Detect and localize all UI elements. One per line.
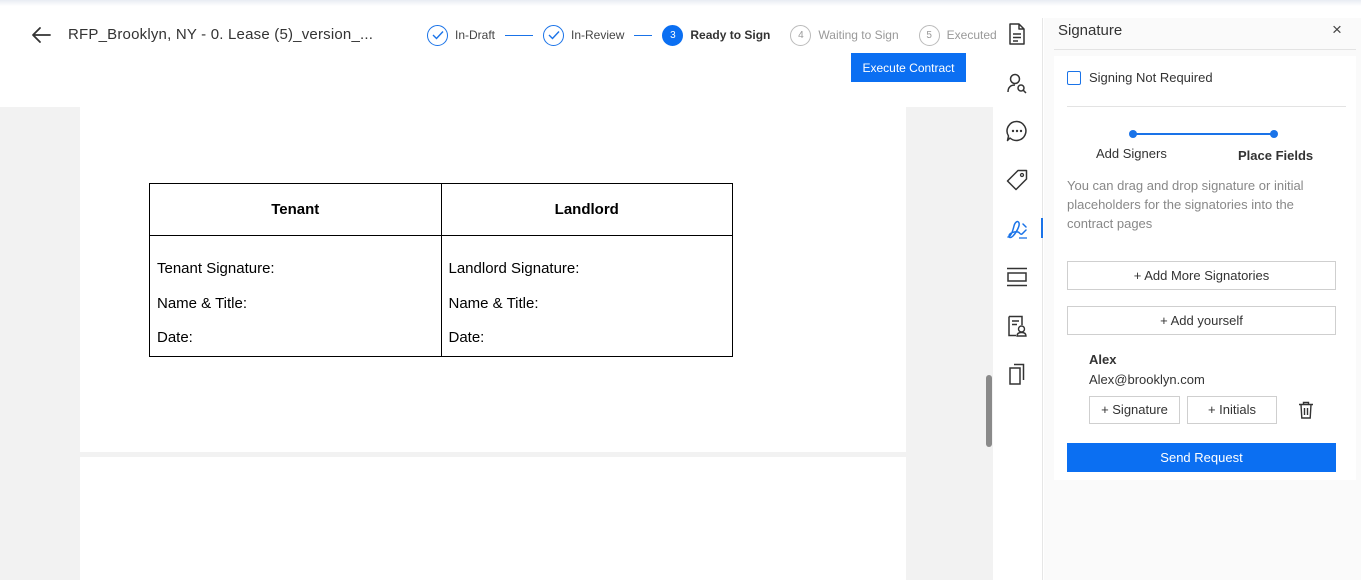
signing-not-required-label: Signing Not Required bbox=[1089, 70, 1213, 85]
step-executed: 5 Executed bbox=[918, 24, 997, 46]
step-connector bbox=[903, 35, 915, 36]
progress-step-place-fields[interactable]: Place Fields bbox=[1238, 148, 1313, 163]
add-initials-field-button[interactable]: + Initials bbox=[1187, 396, 1277, 424]
add-signature-field-button[interactable]: + Signature bbox=[1089, 396, 1180, 424]
execute-contract-button[interactable]: Execute Contract bbox=[851, 53, 966, 82]
back-arrow-icon[interactable] bbox=[30, 24, 52, 46]
landlord-name-line: Name & Title: bbox=[448, 294, 539, 312]
check-icon bbox=[427, 24, 448, 46]
step-label: Executed bbox=[946, 28, 997, 42]
step-connector bbox=[505, 34, 534, 36]
tag-icon[interactable] bbox=[1005, 168, 1029, 192]
tool-rail bbox=[993, 18, 1043, 580]
step-label: Waiting to Sign bbox=[818, 28, 899, 42]
check-icon bbox=[543, 24, 565, 46]
comment-icon[interactable] bbox=[1005, 119, 1029, 143]
signer-name: Alex bbox=[1089, 352, 1117, 367]
step-label: In-Draft bbox=[455, 28, 496, 42]
document-scrollbar[interactable] bbox=[986, 375, 992, 447]
tenant-header: Tenant bbox=[149, 183, 442, 236]
step-number: 5 bbox=[918, 24, 940, 46]
tenant-signature-line: Tenant Signature: bbox=[157, 260, 275, 277]
landlord-cell: Landlord Signature: Name & Title: Date: bbox=[440, 235, 733, 357]
divider bbox=[1054, 49, 1356, 50]
progress-dot-place-fields bbox=[1270, 130, 1278, 138]
landlord-header: Landlord bbox=[440, 183, 733, 236]
signature-table: Tenant Landlord Tenant Signature: Name &… bbox=[149, 183, 733, 357]
tenant-cell: Tenant Signature: Name & Title: Date: bbox=[149, 235, 442, 357]
landlord-date-line: Date: bbox=[448, 329, 485, 346]
step-number: 4 bbox=[790, 24, 812, 46]
send-request-button[interactable]: Send Request bbox=[1067, 443, 1336, 472]
document-page bbox=[80, 457, 906, 580]
step-number: 3 bbox=[662, 24, 684, 46]
panel-title: Signature bbox=[1058, 22, 1123, 39]
close-icon[interactable]: × bbox=[1332, 20, 1342, 40]
document-title: RFP_Brooklyn, NY - 0. Lease (5)_version_… bbox=[68, 26, 374, 43]
copy-icon[interactable] bbox=[1005, 362, 1029, 386]
signature-icon[interactable] bbox=[1005, 217, 1029, 241]
document-icon[interactable] bbox=[1005, 22, 1029, 46]
step-label: In-Review bbox=[571, 28, 625, 42]
step-ready-to-sign: 3 Ready to Sign bbox=[662, 24, 771, 46]
step-connector bbox=[634, 34, 653, 36]
signature-panel: Signature × Signing Not Required Add Sig… bbox=[1044, 18, 1361, 580]
step-waiting-to-sign: 4 Waiting to Sign bbox=[790, 24, 899, 46]
certificate-icon[interactable] bbox=[1005, 314, 1029, 338]
landlord-signature-line: Landlord Signature: bbox=[448, 260, 580, 277]
progress-step-add-signers[interactable]: Add Signers bbox=[1096, 146, 1167, 161]
status-stepper: In-Draft In-Review 3 Ready to Sign 4 Wai… bbox=[427, 24, 997, 46]
step-connector bbox=[774, 35, 786, 36]
signature-card: Signing Not Required Add Signers Place F… bbox=[1054, 56, 1356, 480]
user-search-icon[interactable] bbox=[1005, 71, 1029, 95]
help-text: You can drag and drop signature or initi… bbox=[1067, 178, 1304, 231]
active-indicator bbox=[1041, 218, 1043, 238]
step-in-draft: In-Draft bbox=[427, 24, 496, 46]
step-label: Ready to Sign bbox=[690, 28, 771, 42]
layout-icon[interactable] bbox=[1005, 265, 1029, 289]
progress-line bbox=[1134, 133, 1274, 135]
top-bar-shadow bbox=[0, 0, 1361, 6]
tenant-name-line: Name & Title: bbox=[157, 294, 248, 312]
trash-icon[interactable] bbox=[1298, 401, 1314, 419]
divider bbox=[1067, 106, 1346, 107]
add-more-signatories-button[interactable]: + Add More Signatories bbox=[1067, 261, 1336, 290]
step-in-review: In-Review bbox=[543, 24, 625, 46]
add-yourself-button[interactable]: + Add yourself bbox=[1067, 306, 1336, 335]
tenant-date-line: Date: bbox=[157, 329, 193, 346]
signer-email: Alex@brooklyn.com bbox=[1089, 372, 1205, 387]
signing-not-required-checkbox[interactable] bbox=[1067, 71, 1081, 85]
